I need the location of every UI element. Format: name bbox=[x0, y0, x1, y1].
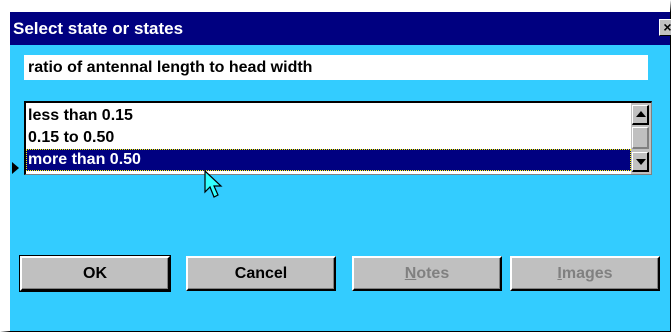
arrow-up-icon bbox=[636, 111, 646, 117]
ok-button[interactable]: OK bbox=[19, 255, 171, 292]
states-list: less than 0.15 0.15 to 0.50 more than 0.… bbox=[26, 105, 631, 171]
dialog-title: Select state or states bbox=[13, 19, 184, 38]
character-name-field: ratio of antennal length to head width bbox=[24, 55, 648, 80]
list-item-state-2[interactable]: 0.15 to 0.50 bbox=[26, 127, 631, 149]
cancel-button[interactable]: Cancel bbox=[186, 256, 336, 291]
mouse-pointer-icon bbox=[204, 170, 223, 198]
dialog-titlebar: Select state or states × bbox=[10, 12, 671, 45]
scroll-thumb[interactable] bbox=[632, 127, 649, 149]
list-scrollbar[interactable] bbox=[631, 103, 651, 174]
scroll-down-button[interactable] bbox=[632, 152, 649, 172]
close-icon: × bbox=[663, 19, 671, 35]
states-listbox[interactable]: less than 0.15 0.15 to 0.50 more than 0.… bbox=[24, 101, 652, 175]
close-button[interactable]: × bbox=[659, 19, 671, 36]
notes-button[interactable]: Notes bbox=[352, 256, 502, 291]
images-button[interactable]: Images bbox=[510, 256, 660, 291]
list-item-state-1[interactable]: less than 0.15 bbox=[26, 105, 631, 127]
scroll-up-button[interactable] bbox=[632, 105, 649, 125]
list-item-state-3[interactable]: more than 0.50 bbox=[26, 149, 631, 171]
arrow-down-icon bbox=[636, 159, 646, 165]
triangle-right-icon bbox=[12, 162, 19, 174]
